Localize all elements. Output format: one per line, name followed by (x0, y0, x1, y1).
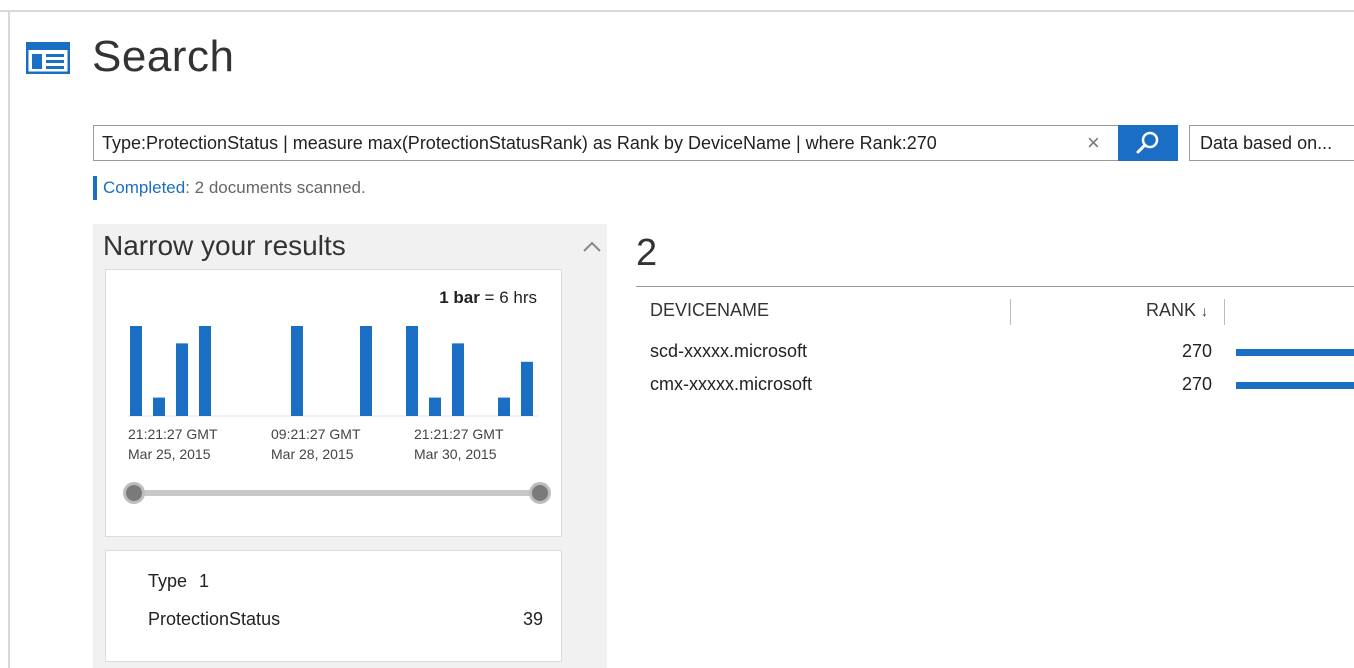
cell-devicename[interactable]: cmx-xxxxx.microsoft (650, 374, 812, 395)
slider-handle-end[interactable] (529, 482, 551, 504)
column-divider[interactable] (1224, 299, 1225, 325)
histogram-bar[interactable] (429, 397, 441, 416)
histogram-bar[interactable] (406, 326, 418, 416)
histogram-bar[interactable] (130, 326, 142, 416)
type-facet-label: Type (148, 571, 188, 591)
type-facet-value-count: 39 (522, 609, 543, 629)
rank-bar (1236, 382, 1354, 389)
histogram-bar[interactable] (176, 343, 188, 416)
table-header: DEVICENAME RANK ↓ (636, 286, 1354, 335)
clear-icon[interactable]: × (1087, 131, 1100, 155)
result-count: 2 (636, 232, 658, 274)
time-range-slider-track[interactable] (134, 490, 540, 496)
table-row[interactable]: cmx-xxxxx.microsoft 270 (636, 368, 1354, 401)
time-tick-label: 09:21:27 GMT Mar 28, 2015 (271, 424, 361, 464)
column-header-devicename[interactable]: DEVICENAME (650, 300, 769, 321)
histogram-bar[interactable] (360, 326, 372, 416)
cell-devicename[interactable]: scd-xxxxx.microsoft (650, 341, 807, 362)
table-body: scd-xxxxx.microsoft 270 cmx-xxxxx.microsof… (636, 335, 1354, 401)
histogram-bar[interactable] (291, 326, 303, 416)
tick-time: 09:21:27 GMT (271, 426, 361, 442)
narrow-results-title: Narrow your results (103, 230, 346, 261)
column-divider[interactable] (1010, 299, 1011, 325)
search-icon (1136, 131, 1159, 154)
search-page: Search × Data based on... Completed : 2 … (0, 0, 1354, 668)
table-icon (26, 42, 70, 74)
search-status: Completed : 2 documents scanned. (93, 176, 366, 200)
rank-bar (1236, 349, 1354, 356)
search-box[interactable]: × (93, 125, 1178, 161)
type-facet-value[interactable]: ProtectionStatus (148, 609, 280, 630)
type-facet-header: Type 1 (148, 571, 209, 592)
histogram-bar[interactable] (498, 397, 510, 416)
histogram-bar[interactable] (199, 326, 211, 416)
slider-handle-start[interactable] (123, 482, 145, 504)
histogram-bar[interactable] (153, 397, 165, 416)
type-facet-count: 1 (199, 571, 210, 591)
tick-date: Mar 25, 2015 (128, 446, 211, 462)
cell-rank: 270 (1181, 374, 1212, 394)
window-border-top (0, 10, 1354, 12)
time-tick-label: 21:21:27 GMT Mar 30, 2015 (414, 424, 504, 464)
type-facet-card: Type 1 ProtectionStatus 39 (105, 550, 562, 662)
status-indicator (93, 176, 97, 200)
histogram-bar[interactable] (521, 361, 533, 416)
tick-date: Mar 28, 2015 (271, 446, 354, 462)
status-completed-text: Completed (103, 178, 186, 197)
sort-down-icon: ↓ (1201, 303, 1209, 319)
time-tick-label: 21:21:27 GMT Mar 25, 2015 (128, 424, 218, 464)
tick-date: Mar 30, 2015 (414, 446, 497, 462)
tick-time: 21:21:27 GMT (414, 426, 504, 442)
column-header-rank[interactable]: RANK ↓ (1146, 300, 1208, 321)
search-button[interactable] (1118, 125, 1178, 161)
cell-rank: 270 (1181, 341, 1212, 361)
status-detail-text: : 2 documents scanned. (185, 178, 366, 197)
results-table: DEVICENAME RANK ↓ scd-xxxxx.microsoft 270… (636, 286, 1354, 401)
data-based-on-dropdown[interactable]: Data based on... (1189, 125, 1354, 161)
search-input[interactable] (102, 126, 1082, 160)
histogram-bar[interactable] (452, 343, 464, 416)
tick-time: 21:21:27 GMT (128, 426, 218, 442)
table-row[interactable]: scd-xxxxx.microsoft 270 (636, 335, 1354, 368)
time-histogram-card: 1 bar = 6 hrs 21:21:27 GMT Mar 25, 2015 09… (105, 269, 562, 537)
page-title: Search (92, 32, 235, 81)
chevron-up-icon[interactable] (581, 236, 603, 258)
window-border-left (8, 10, 10, 668)
narrow-results-panel: Narrow your results 1 bar = 6 hrs 21:21:… (93, 224, 607, 668)
column-header-rank-label: RANK (1146, 300, 1197, 320)
